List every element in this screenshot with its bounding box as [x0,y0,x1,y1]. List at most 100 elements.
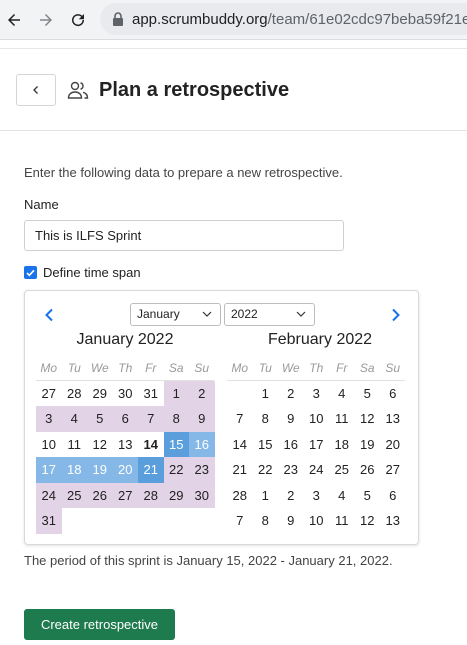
day-cell[interactable]: 12 [87,432,113,458]
day-cell[interactable]: 26 [355,457,381,483]
day-cell[interactable]: 28 [62,381,88,407]
day-cell[interactable]: 6 [380,483,406,509]
day-cell[interactable]: 12 [355,508,381,534]
day-cell[interactable]: 7 [227,406,253,432]
create-retrospective-button[interactable]: Create retrospective [24,609,175,640]
day-cell[interactable]: 1 [163,380,189,406]
day-cell[interactable]: 10 [36,432,62,458]
weekday-header: Sa [168,360,184,375]
name-input[interactable] [24,220,344,251]
chevron-right-icon [392,308,400,322]
day-cell[interactable]: 8 [163,406,189,432]
name-label: Name [24,197,59,212]
day-cell[interactable]: 30 [189,482,215,508]
day-cell[interactable]: 12 [355,406,381,432]
day-cell[interactable]: 13 [380,508,406,534]
day-cell[interactable]: 10 [304,508,330,534]
day-cell[interactable]: 22 [163,457,189,483]
day-cell[interactable]: 1 [253,381,279,407]
day-cell[interactable]: 27 [112,482,138,508]
day-cell[interactable]: 20 [380,432,406,458]
day-cell[interactable]: 6 [112,406,138,432]
day-cell[interactable]: 2 [278,483,304,509]
day-cell[interactable]: 1 [253,483,279,509]
day-cell[interactable]: 11 [329,508,355,534]
day-cell[interactable]: 13 [380,406,406,432]
day-cell[interactable]: 23 [189,457,215,483]
address-bar[interactable]: app.scrumbuddy.org/team/61e02cdc97beba59… [100,3,467,35]
chevron-down-icon [296,311,306,317]
year-select[interactable]: 2022 [224,303,315,326]
day-cell[interactable]: 25 [329,457,355,483]
day-cell[interactable]: 24 [36,482,62,508]
day-cell[interactable]: 18 [329,432,355,458]
day-cell[interactable]: 4 [329,483,355,509]
browser-back-button[interactable] [2,8,26,32]
day-cell[interactable]: 3 [36,406,62,432]
day-cell[interactable]: 21 [227,457,253,483]
day-cell[interactable]: 23 [278,457,304,483]
day-cell[interactable]: 15 [253,432,279,458]
weekday-header: Sa [359,360,375,375]
day-cell[interactable]: 19 [355,432,381,458]
day-cell[interactable]: 11 [329,406,355,432]
day-cell[interactable]: 8 [253,406,279,432]
day-cell[interactable]: 14 [138,432,164,458]
day-cell[interactable]: 14 [227,432,253,458]
day-cell[interactable]: 15 [163,431,189,457]
day-cell[interactable]: 16 [278,432,304,458]
day-cell[interactable]: 8 [253,508,279,534]
browser-forward-button[interactable] [34,8,58,32]
day-cell[interactable]: 2 [189,380,215,406]
day-cell[interactable]: 13 [113,432,139,458]
day-cell[interactable]: 3 [304,483,330,509]
day-cell[interactable]: 20 [112,457,138,483]
day-cell[interactable]: 21 [138,457,164,483]
empty-day-cell [113,508,139,534]
day-cell[interactable]: 6 [380,381,406,407]
day-cell[interactable]: 4 [61,406,87,432]
previous-month-button[interactable] [39,305,59,325]
day-cell[interactable]: 27 [36,381,62,407]
day-cell[interactable]: 5 [87,406,113,432]
define-timespan-checkbox[interactable] [24,266,37,279]
day-cell[interactable]: 11 [62,432,88,458]
day-cell[interactable]: 30 [113,381,139,407]
define-timespan-row[interactable]: Define time span [24,265,141,280]
day-cell[interactable]: 17 [304,432,330,458]
day-cell[interactable]: 31 [36,508,62,534]
day-cell[interactable]: 10 [304,406,330,432]
day-cell[interactable]: 5 [355,381,381,407]
day-cell[interactable]: 18 [61,457,87,483]
day-cell[interactable]: 29 [87,381,113,407]
weekday-header: Tu [258,360,272,375]
day-cell[interactable]: 17 [36,457,62,483]
day-cell[interactable]: 2 [278,381,304,407]
day-cell[interactable]: 27 [380,457,406,483]
day-cell[interactable]: 26 [87,482,113,508]
browser-reload-button[interactable] [66,8,90,32]
day-cell[interactable]: 9 [278,508,304,534]
next-month-button[interactable] [386,305,406,325]
day-cell[interactable]: 28 [138,482,164,508]
month-select[interactable]: January [130,303,221,326]
weekday-header: Su [385,360,401,375]
day-cell[interactable]: 9 [278,406,304,432]
day-cell[interactable]: 19 [87,457,113,483]
day-cell[interactable]: 9 [189,406,215,432]
day-cell[interactable]: 31 [138,381,164,407]
day-cell[interactable]: 7 [227,508,253,534]
day-cell[interactable]: 16 [189,431,215,457]
day-cell[interactable]: 22 [253,457,279,483]
day-cell[interactable]: 4 [329,381,355,407]
february-day-grid: Mo Tu We Th Fr Sa Su 1 2 3 4 5 6 7 8 9 10 11 12 13 14 15 16 17 1… [227,355,406,534]
day-cell[interactable]: 28 [227,483,253,509]
day-cell[interactable]: 3 [304,381,330,407]
day-cell[interactable]: 7 [138,406,164,432]
weekday-header: Mo [40,360,58,375]
day-cell[interactable]: 25 [61,482,87,508]
day-cell[interactable]: 24 [304,457,330,483]
day-cell[interactable]: 5 [355,483,381,509]
back-button[interactable] [16,74,56,106]
day-cell[interactable]: 29 [163,482,189,508]
